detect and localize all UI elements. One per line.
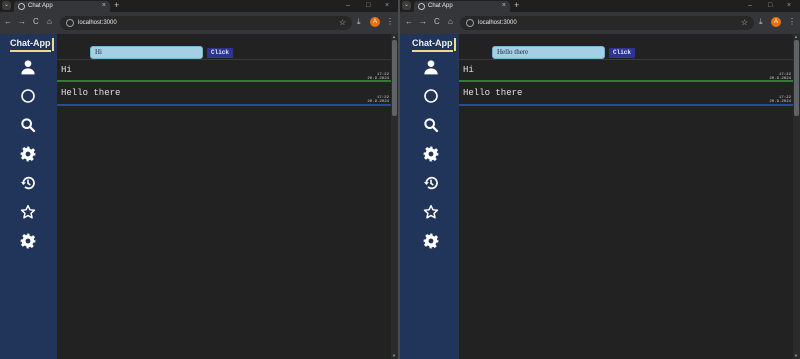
chat-page: Chat-App Hi Click Hi 17:22 20.9.2024 Hel… <box>0 34 398 359</box>
chat-main: Hi Click Hi 17:22 20.9.2024 Hello there … <box>57 34 391 359</box>
tab-strip: ⌄ Chat App × + – □ × <box>0 0 398 12</box>
search-icon[interactable] <box>423 117 439 133</box>
download-icon[interactable]: ⤓ <box>759 16 763 28</box>
globe-icon <box>418 3 425 10</box>
tab-strip: ⌄ Chat App × + – □ × <box>400 0 800 12</box>
scroll-up-icon[interactable]: ▲ <box>794 35 798 39</box>
tab-search-button[interactable]: ⌄ <box>2 1 11 10</box>
sidebar: Chat-App <box>400 34 459 359</box>
site-info-icon[interactable] <box>66 19 74 27</box>
click-button[interactable]: Click <box>609 48 636 58</box>
browser-toolbar: ← → C ⌂ localhost:3000 ☆ ⤓ A ⋮ <box>0 12 398 34</box>
profile-avatar[interactable]: A <box>370 17 380 27</box>
message-input[interactable]: Hi <box>90 46 203 59</box>
globe-icon <box>18 3 25 10</box>
tab-search-button[interactable]: ⌄ <box>402 1 411 10</box>
tab-close-icon[interactable]: × <box>502 2 506 10</box>
sidebar: Chat-App <box>0 34 57 359</box>
settings-icon[interactable] <box>423 146 439 162</box>
url-text: localhost:3000 <box>78 20 117 26</box>
message-item: Hello there 17:22 20.9.2024 <box>459 83 793 106</box>
search-icon[interactable] <box>20 117 36 133</box>
close-window-button[interactable]: × <box>385 1 389 10</box>
tab-close-icon[interactable]: × <box>102 2 106 10</box>
bookmark-star-icon[interactable]: ☆ <box>741 18 748 28</box>
person-icon[interactable] <box>20 59 36 75</box>
person-icon[interactable] <box>423 59 439 75</box>
url-text: localhost:3000 <box>478 20 517 26</box>
message-item: Hi 17:22 20.9.2024 <box>57 59 391 82</box>
close-window-button[interactable]: × <box>787 1 791 10</box>
message-text: Hi <box>61 65 72 75</box>
forward-button[interactable]: → <box>419 17 427 27</box>
tab-title: Chat App <box>28 3 53 9</box>
maximize-button[interactable]: □ <box>768 1 772 10</box>
message-date: 20.9.2024 <box>367 100 389 104</box>
address-bar[interactable]: localhost:3000 ☆ <box>60 16 352 30</box>
chat-page: Chat-App Hello there Click Hi 17:22 20.9… <box>400 34 800 359</box>
home-button[interactable]: ⌂ <box>47 17 52 27</box>
message-item: Hi 17:22 20.9.2024 <box>459 59 793 82</box>
tab-chat-app[interactable]: Chat App × <box>414 1 510 12</box>
scroll-down-icon[interactable]: ▼ <box>392 354 396 358</box>
browser-window-left: ⌄ Chat App × + – □ × ← → C ⌂ localhost:3… <box>0 0 398 359</box>
home-button[interactable]: ⌂ <box>448 17 453 27</box>
new-tab-button[interactable]: + <box>114 0 119 11</box>
settings-icon[interactable] <box>20 146 36 162</box>
scroll-thumb[interactable] <box>392 40 397 116</box>
forward-button[interactable]: → <box>18 17 26 27</box>
minimize-button[interactable]: – <box>748 1 752 10</box>
star-icon[interactable] <box>423 204 439 220</box>
message-text: Hello there <box>61 88 121 98</box>
download-icon[interactable]: ⤓ <box>357 16 361 28</box>
circle-icon[interactable] <box>423 88 439 104</box>
reload-button[interactable]: C <box>434 17 440 27</box>
reload-button[interactable]: C <box>33 17 39 27</box>
history-icon[interactable] <box>423 175 439 191</box>
tab-chat-app[interactable]: Chat App × <box>14 1 110 12</box>
browser-menu-icon[interactable]: ⋮ <box>386 16 394 28</box>
site-info-icon[interactable] <box>466 19 474 27</box>
scroll-up-icon[interactable]: ▲ <box>392 35 396 39</box>
page-scrollbar[interactable]: ▲ ▼ <box>391 34 398 359</box>
click-button[interactable]: Click <box>207 48 234 58</box>
bookmark-star-icon[interactable]: ☆ <box>339 18 346 28</box>
profile-avatar[interactable]: A <box>771 17 781 27</box>
settings-icon[interactable] <box>20 233 36 249</box>
message-date: 20.9.2024 <box>769 100 791 104</box>
message-input[interactable]: Hello there <box>492 46 605 59</box>
browser-window-right: ⌄ Chat App × + – □ × ← → C ⌂ localhost:3… <box>400 0 800 359</box>
history-icon[interactable] <box>20 175 36 191</box>
minimize-button[interactable]: – <box>346 1 350 10</box>
page-scrollbar[interactable]: ▲ ▼ <box>793 34 800 359</box>
app-brand: Chat-App <box>10 38 53 52</box>
scroll-down-icon[interactable]: ▼ <box>794 354 798 358</box>
browser-toolbar: ← → C ⌂ localhost:3000 ☆ ⤓ A ⋮ <box>400 12 800 34</box>
message-text: Hello there <box>463 88 523 98</box>
settings-icon[interactable] <box>423 233 439 249</box>
maximize-button[interactable]: □ <box>366 1 370 10</box>
tab-title: Chat App <box>428 3 453 9</box>
address-bar[interactable]: localhost:3000 ☆ <box>460 16 754 30</box>
back-button[interactable]: ← <box>405 17 413 27</box>
chat-main: Hello there Click Hi 17:22 20.9.2024 Hel… <box>459 34 793 359</box>
browser-menu-icon[interactable]: ⋮ <box>788 16 796 28</box>
message-date: 20.9.2024 <box>367 77 389 81</box>
message-item: Hello there 17:22 20.9.2024 <box>57 83 391 106</box>
back-button[interactable]: ← <box>4 17 12 27</box>
circle-icon[interactable] <box>20 88 36 104</box>
message-text: Hi <box>463 65 474 75</box>
star-icon[interactable] <box>20 204 36 220</box>
app-brand: Chat-App <box>412 38 455 52</box>
new-tab-button[interactable]: + <box>514 0 519 11</box>
message-date: 20.9.2024 <box>769 77 791 81</box>
scroll-thumb[interactable] <box>794 40 799 116</box>
